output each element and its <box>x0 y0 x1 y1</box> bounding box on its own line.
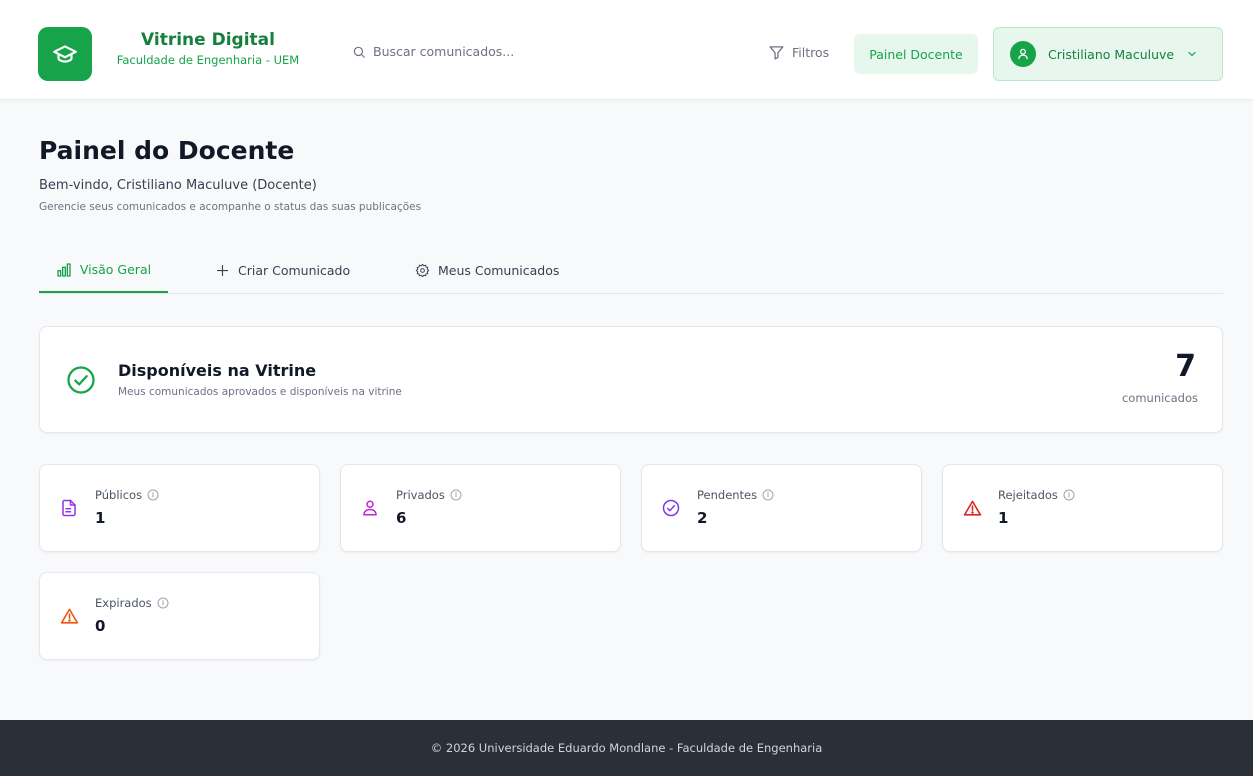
check-circle-icon <box>67 366 95 394</box>
summary-description: Meus comunicados aprovados e disponíveis… <box>118 386 402 398</box>
chevron-down-icon <box>1188 51 1196 57</box>
stat-label: Rejeitados <box>998 488 1075 502</box>
document-icon <box>62 499 76 517</box>
filter-icon <box>769 46 784 60</box>
avatar <box>1010 41 1036 67</box>
brand-subtitle: Faculdade de Engenharia - UEM <box>116 53 300 67</box>
summary-count: 7 <box>1175 349 1196 384</box>
panel-docente-button[interactable]: Painel Docente <box>854 34 978 74</box>
user-name: Cristiliano Maculuve <box>1048 46 1175 62</box>
graduation-cap-icon <box>53 45 77 63</box>
search-bar <box>352 44 633 59</box>
footer-text: © 2026 Universidade Eduardo Mondlane - F… <box>430 741 823 755</box>
alert-triangle-icon <box>963 500 982 516</box>
gear-icon <box>415 263 430 278</box>
stat-label: Expirados <box>95 596 169 610</box>
stat-label-text: Rejeitados <box>998 488 1058 502</box>
stat-label-text: Pendentes <box>697 488 758 502</box>
bar-chart-icon <box>57 262 71 277</box>
logo[interactable] <box>38 27 92 81</box>
stat-value: 1 <box>95 509 106 527</box>
brand-title: Vitrine Digital <box>141 30 275 50</box>
stat-card-publicos[interactable]: Públicos 1 <box>39 464 320 552</box>
info-icon[interactable] <box>450 489 462 501</box>
brand[interactable]: Vitrine Digital Faculdade de Engenharia … <box>108 30 308 67</box>
search-input[interactable] <box>373 44 633 59</box>
info-icon[interactable] <box>1063 489 1075 501</box>
summary-title: Disponíveis na Vitrine <box>118 361 317 380</box>
footer: © 2026 Universidade Eduardo Mondlane - F… <box>0 720 1253 776</box>
check-circle-icon <box>662 499 680 517</box>
tab-visao-geral[interactable]: Visão Geral <box>39 248 168 293</box>
user-menu-button[interactable]: Cristiliano Maculuve <box>993 27 1223 81</box>
tab-label: Meus Comunicados <box>438 263 560 278</box>
tab-label: Visão Geral <box>79 262 152 277</box>
stat-label-text: Privados <box>396 488 445 502</box>
stat-card-expirados[interactable]: Expirados 0 <box>39 572 320 660</box>
page-subtitle: Gerencie seus comunicados e acompanhe o … <box>39 201 422 213</box>
plus-icon <box>216 264 229 277</box>
stat-card-privados[interactable]: Privados 6 <box>340 464 621 552</box>
info-icon[interactable] <box>147 489 159 501</box>
stat-value: 6 <box>396 509 407 527</box>
stat-label: Pendentes <box>697 488 774 502</box>
info-icon[interactable] <box>157 597 169 609</box>
stat-label: Privados <box>396 488 462 502</box>
top-header: Vitrine Digital Faculdade de Engenharia … <box>0 0 1253 100</box>
user-icon <box>363 500 377 516</box>
page-title: Painel do Docente <box>39 136 295 165</box>
stat-value: 2 <box>697 509 708 527</box>
tab-label: Criar Comunicado <box>238 263 351 278</box>
tab-criar-comunicado[interactable]: Criar Comunicado <box>215 248 350 293</box>
stat-card-rejeitados[interactable]: Rejeitados 1 <box>942 464 1223 552</box>
stat-card-pendentes[interactable]: Pendentes 2 <box>641 464 922 552</box>
welcome-text: Bem-vindo, Cristiliano Maculuve (Docente… <box>39 178 317 193</box>
summary-unit: comunicados <box>1121 391 1198 405</box>
stat-value: 1 <box>998 509 1009 527</box>
stat-value: 0 <box>95 617 106 635</box>
info-icon[interactable] <box>762 489 774 501</box>
summary-card: Disponíveis na Vitrine Meus comunicados … <box>39 326 1223 433</box>
user-icon <box>1018 48 1028 60</box>
stat-label-text: Expirados <box>95 596 152 610</box>
tab-meus-comunicados[interactable]: Meus Comunicados <box>415 248 559 293</box>
stat-label-text: Públicos <box>95 488 143 502</box>
stat-label: Públicos <box>95 488 159 502</box>
alert-triangle-icon <box>60 608 79 624</box>
filters-button[interactable]: Filtros <box>768 44 829 61</box>
filters-label: Filtros <box>792 45 830 60</box>
tab-bar: Visão Geral Criar Comunicado Meus Comuni… <box>39 248 1223 294</box>
search-icon <box>353 46 365 58</box>
